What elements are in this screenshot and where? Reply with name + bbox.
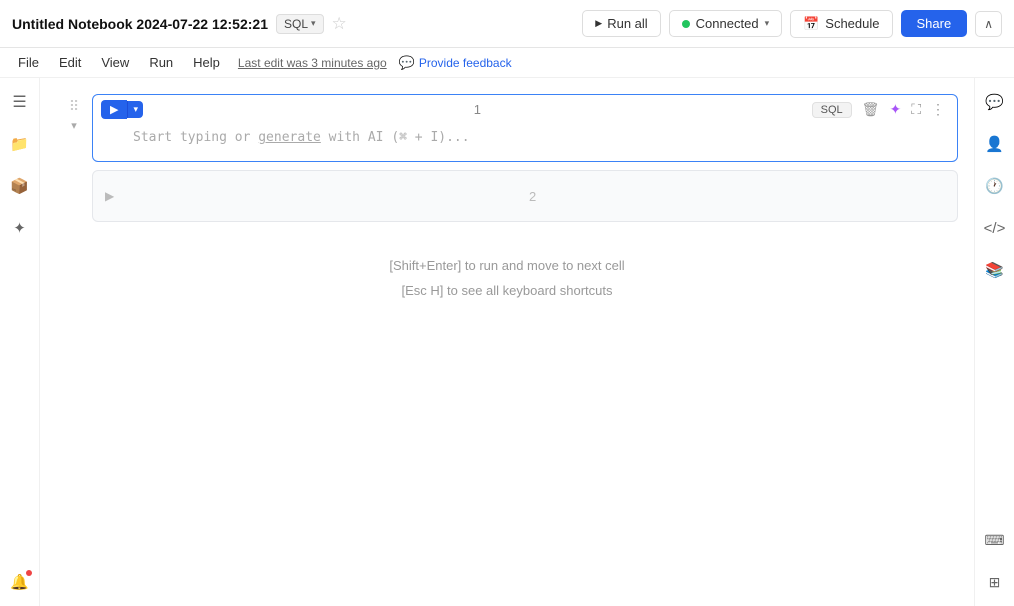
notebook-content: ⠿ ▾ ▶ ▾ 1 SQL 🗑 ✦ bbox=[40, 78, 974, 606]
menu-view[interactable]: View bbox=[91, 51, 139, 74]
cell-type-sql-badge: SQL bbox=[812, 102, 852, 118]
menu-help[interactable]: Help bbox=[183, 51, 230, 74]
chevron-down-icon: ▾ bbox=[765, 18, 770, 29]
right-sidebar-icon-comments[interactable]: 💬 bbox=[981, 88, 1009, 116]
sql-type-badge[interactable]: SQL ▾ bbox=[276, 14, 324, 34]
run-btn-group: ▶ ▾ bbox=[101, 100, 143, 119]
run-all-label: Run all bbox=[607, 16, 647, 31]
star-icon[interactable]: ☆ bbox=[332, 14, 347, 34]
right-sidebar: 💬 👤 🕐 </> 📚 ⌨ ⊞ bbox=[974, 78, 1014, 606]
library-icon: 📚 bbox=[985, 261, 1004, 279]
sidebar-icon-packages[interactable]: 📦 bbox=[6, 172, 34, 200]
bell-icon: 🔔 bbox=[10, 573, 29, 591]
right-sidebar-icon-library[interactable]: 📚 bbox=[981, 256, 1009, 284]
keyboard-hints: [Shift+Enter] to run and move to next ce… bbox=[40, 230, 974, 327]
cell-1-actions: 🗑 ✦ ⛶ ⋮ bbox=[858, 99, 949, 120]
cell-1-gutter: ⠿ ▾ bbox=[56, 94, 92, 132]
share-label: Share bbox=[917, 16, 952, 31]
sidebar-bottom-area: 🔔 bbox=[6, 568, 34, 596]
sparkle-icon: ✦ bbox=[13, 219, 26, 237]
cell-1-wrapper: ⠿ ▾ ▶ ▾ 1 SQL 🗑 ✦ bbox=[40, 94, 974, 162]
drag-handle-icon[interactable]: ⠿ bbox=[69, 98, 79, 115]
right-sidebar-icon-history[interactable]: 🕐 bbox=[981, 172, 1009, 200]
cell-2[interactable]: ▶ 2 bbox=[92, 170, 958, 222]
right-sidebar-icon-user[interactable]: 👤 bbox=[981, 130, 1009, 158]
connected-label: Connected bbox=[696, 16, 759, 31]
last-edit[interactable]: Last edit was 3 minutes ago bbox=[238, 56, 387, 70]
title-area: Untitled Notebook 2024-07-22 12:52:21 SQ… bbox=[12, 14, 574, 34]
hint-line-1: [Shift+Enter] to run and move to next ce… bbox=[64, 254, 950, 279]
cell-2-wrapper: ▶ 2 bbox=[40, 170, 974, 222]
sidebar-icon-ai[interactable]: ✦ bbox=[6, 214, 34, 242]
topbar: Untitled Notebook 2024-07-22 12:52:21 SQ… bbox=[0, 0, 1014, 48]
left-sidebar: ☰ 📁 📦 ✦ 🔔 bbox=[0, 78, 40, 606]
run-dropdown-button[interactable]: ▾ bbox=[127, 101, 143, 118]
right-sidebar-bottom: ⌨ ⊞ bbox=[981, 526, 1009, 596]
calendar-icon: 📅 bbox=[803, 16, 819, 32]
right-sidebar-icon-keyboard[interactable]: ⌨ bbox=[981, 526, 1009, 554]
folder-icon: 📁 bbox=[10, 135, 29, 153]
ai-assist-cell-1-button[interactable]: ✦ bbox=[885, 99, 905, 120]
comment-icon: 💬 bbox=[985, 93, 1004, 111]
run-all-button[interactable]: ▶ Run all bbox=[582, 10, 660, 37]
feedback-label: Provide feedback bbox=[419, 56, 512, 70]
play-icon: ▶ bbox=[110, 103, 118, 116]
user-icon: 👤 bbox=[985, 135, 1004, 153]
notebook-title: Untitled Notebook 2024-07-22 12:52:21 bbox=[12, 16, 268, 32]
cell-collapse-icon[interactable]: ▾ bbox=[71, 119, 77, 132]
collapse-button[interactable]: ∧ bbox=[975, 11, 1002, 37]
schedule-label: Schedule bbox=[825, 16, 879, 31]
speech-bubble-icon: 💬 bbox=[399, 55, 415, 71]
main-area: ☰ 📁 📦 ✦ 🔔 ⠿ ▾ bbox=[0, 78, 1014, 606]
sidebar-icon-notification[interactable]: 🔔 bbox=[6, 568, 34, 596]
chevron-down-icon: ▾ bbox=[311, 18, 316, 29]
schedule-button[interactable]: 📅 Schedule bbox=[790, 10, 892, 38]
cell-1-body[interactable]: Start typing or generate with AI (⌘ + I)… bbox=[93, 124, 957, 161]
cell-1: ▶ ▾ 1 SQL 🗑 ✦ ⛶ ⋮ Start typing or ge bbox=[92, 94, 958, 162]
menu-run[interactable]: Run bbox=[139, 51, 183, 74]
cell-1-header: ▶ ▾ 1 SQL 🗑 ✦ ⛶ ⋮ bbox=[93, 95, 957, 124]
play-icon: ▶ bbox=[595, 18, 602, 29]
code-icon: </> bbox=[984, 220, 1006, 237]
feedback-link[interactable]: 💬 Provide feedback bbox=[399, 55, 512, 71]
history-icon: 🕐 bbox=[985, 177, 1004, 195]
sidebar-icon-notebook[interactable]: ☰ bbox=[6, 88, 34, 116]
delete-cell-1-button[interactable]: 🗑 bbox=[858, 99, 884, 120]
generate-link[interactable]: generate bbox=[258, 130, 321, 145]
connected-dot-icon bbox=[682, 20, 690, 28]
sidebar-icon-files[interactable]: 📁 bbox=[6, 130, 34, 158]
connected-button[interactable]: Connected ▾ bbox=[669, 10, 782, 37]
package-icon: 📦 bbox=[10, 177, 29, 195]
right-sidebar-icon-view[interactable]: ⊞ bbox=[981, 568, 1009, 596]
keyboard-icon: ⌨ bbox=[984, 532, 1004, 549]
shortcut-hint: (⌘ + I)... bbox=[391, 130, 469, 145]
run-cell-2-button[interactable]: ▶ bbox=[105, 189, 114, 203]
topbar-actions: ▶ Run all Connected ▾ 📅 Schedule Share ∧ bbox=[582, 10, 1002, 38]
right-sidebar-icon-code[interactable]: </> bbox=[981, 214, 1009, 242]
more-options-cell-1-button[interactable]: ⋮ bbox=[927, 99, 949, 120]
hint-line-2: [Esc H] to see all keyboard shortcuts bbox=[64, 279, 950, 304]
sql-badge-label: SQL bbox=[284, 17, 308, 31]
notebook-icon: ☰ bbox=[12, 92, 26, 112]
share-button[interactable]: Share bbox=[901, 10, 968, 37]
expand-cell-1-button[interactable]: ⛶ bbox=[907, 99, 925, 120]
run-cell-1-button[interactable]: ▶ bbox=[101, 100, 127, 119]
menu-edit[interactable]: Edit bbox=[49, 51, 91, 74]
cell-2-number: 2 bbox=[120, 189, 945, 204]
cell-2-gutter bbox=[56, 170, 92, 174]
collapse-icon: ∧ bbox=[984, 17, 993, 31]
layout-icon: ⊞ bbox=[989, 574, 1001, 591]
cell-1-number: 1 bbox=[149, 102, 806, 117]
menubar: File Edit View Run Help Last edit was 3 … bbox=[0, 48, 1014, 78]
menu-file[interactable]: File bbox=[8, 51, 49, 74]
cell-2-header: ▶ 2 bbox=[93, 171, 957, 221]
